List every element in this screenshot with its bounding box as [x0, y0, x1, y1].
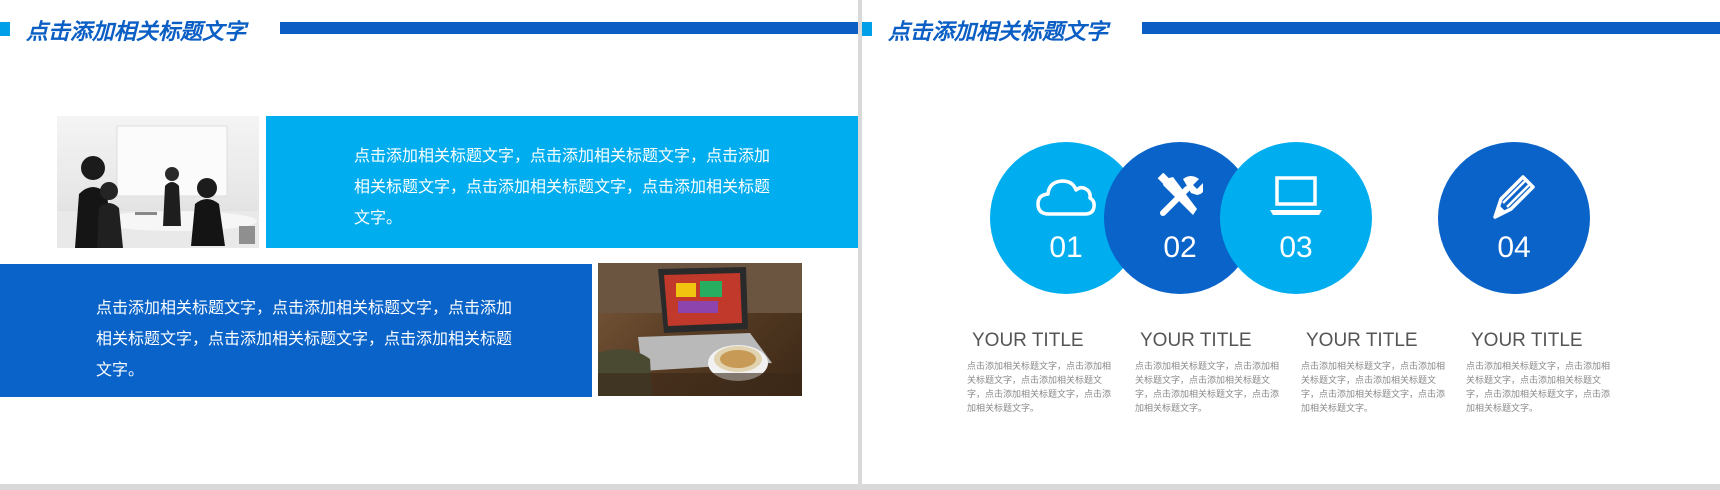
feature-circle-03[interactable]: 03	[1220, 142, 1372, 294]
slide-title[interactable]: 点击添加相关标题文字	[26, 14, 246, 46]
title-accent-square	[0, 22, 10, 36]
card-body[interactable]: 点击添加相关标题文字，点击添加相关标题文字，点击添加相关标题文字，点击添加相关标…	[1466, 360, 1616, 416]
cyan-block-text[interactable]: 点击添加相关标题文字，点击添加相关标题文字，点击添加相关标题文字，点击添加相关标…	[354, 140, 784, 233]
feature-card-01: YOUR TITLE 点击添加相关标题文字，点击添加相关标题文字，点击添加相关标…	[967, 330, 1117, 416]
feature-card-02: YOUR TITLE 点击添加相关标题文字，点击添加相关标题文字，点击添加相关标…	[1135, 330, 1285, 416]
card-title[interactable]: YOUR TITLE	[1471, 330, 1616, 352]
cloud-icon	[1034, 171, 1098, 221]
feature-number: 01	[1049, 231, 1083, 264]
laptop-photo[interactable]	[598, 263, 802, 396]
blue-text-block: 点击添加相关标题文字，点击添加相关标题文字，点击添加相关标题文字，点击添加相关标…	[0, 264, 592, 397]
feature-number: 02	[1163, 231, 1197, 264]
card-title[interactable]: YOUR TITLE	[972, 330, 1117, 352]
laptop-icon	[1264, 171, 1328, 221]
cyan-text-block: 点击添加相关标题文字，点击添加相关标题文字，点击添加相关标题文字，点击添加相关标…	[266, 116, 858, 248]
feature-number: 04	[1497, 231, 1531, 264]
title-accent-square	[862, 22, 872, 36]
feature-card-03: YOUR TITLE 点击添加相关标题文字，点击添加相关标题文字，点击添加相关标…	[1301, 330, 1451, 416]
card-body[interactable]: 点击添加相关标题文字，点击添加相关标题文字，点击添加相关标题文字，点击添加相关标…	[1301, 360, 1451, 416]
pencil-icon	[1482, 171, 1546, 221]
feature-card-04: YOUR TITLE 点击添加相关标题文字，点击添加相关标题文字，点击添加相关标…	[1466, 330, 1616, 416]
title-accent-bar	[280, 22, 858, 34]
card-body[interactable]: 点击添加相关标题文字，点击添加相关标题文字，点击添加相关标题文字，点击添加相关标…	[1135, 360, 1285, 416]
feature-number: 03	[1279, 231, 1313, 264]
card-title[interactable]: YOUR TITLE	[1306, 330, 1451, 352]
card-body[interactable]: 点击添加相关标题文字，点击添加相关标题文字，点击添加相关标题文字，点击添加相关标…	[967, 360, 1117, 416]
slide-left: 点击添加相关标题文字 点击添加相关标题文字，点击添加相关标题文字，点击添加相关标…	[0, 0, 858, 484]
tools-icon	[1148, 171, 1212, 221]
card-title[interactable]: YOUR TITLE	[1140, 330, 1285, 352]
meeting-photo[interactable]	[57, 116, 259, 248]
slide-right: 点击添加相关标题文字 01 02 03 04 YOUR TITLE 点击添加相关…	[862, 0, 1720, 484]
blue-block-text[interactable]: 点击添加相关标题文字，点击添加相关标题文字，点击添加相关标题文字，点击添加相关标…	[96, 292, 526, 385]
title-accent-bar	[1142, 22, 1720, 34]
slide-title[interactable]: 点击添加相关标题文字	[888, 14, 1108, 46]
feature-circle-04[interactable]: 04	[1438, 142, 1590, 294]
